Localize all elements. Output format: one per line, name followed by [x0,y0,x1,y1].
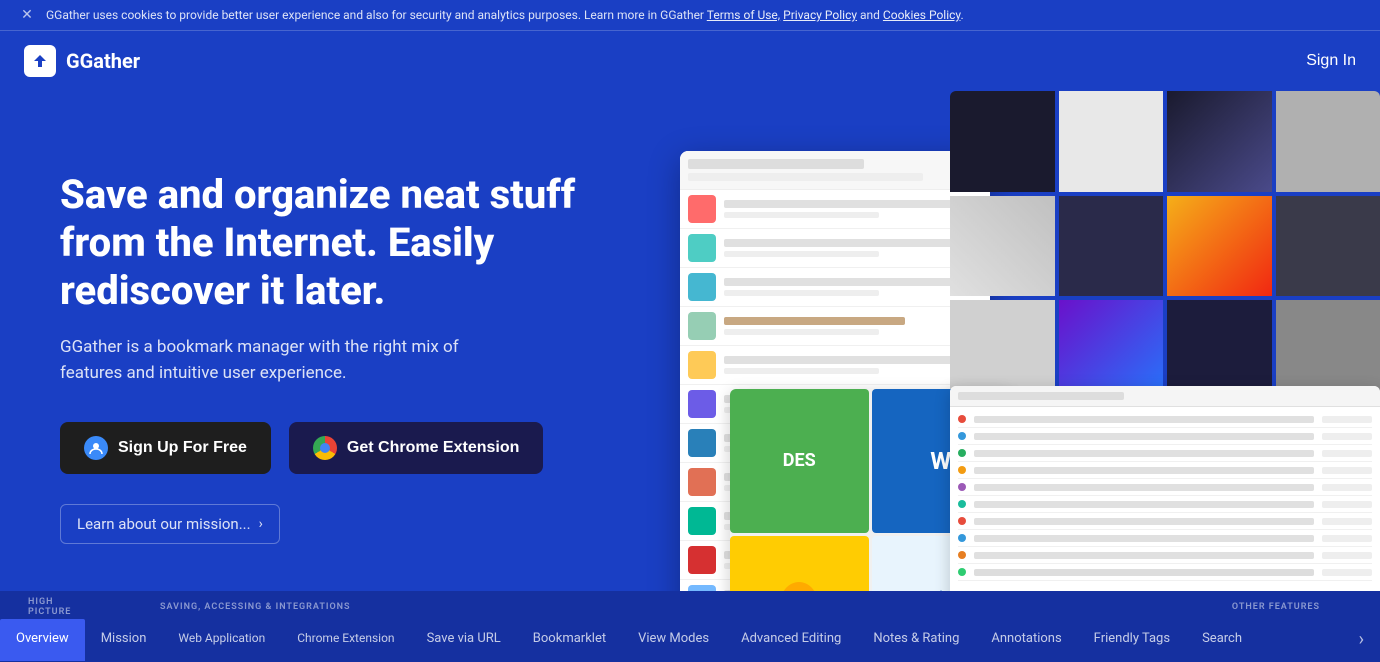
section-label-saving: SAVING, ACCESSING & INTEGRATIONS [100,602,420,612]
tab-annotations[interactable]: Annotations [975,619,1077,661]
cookies-policy-link[interactable]: Cookies Policy [883,8,961,22]
mission-link-text: Learn about our mission... [77,515,251,533]
grid-cell [1276,196,1380,297]
section-label-other: OTHER FEATURES [420,602,1380,612]
screenshot-list [950,386,1380,591]
chrome-label: Get Chrome Extension [347,439,519,457]
grid-cell [950,196,1055,297]
mission-link[interactable]: Learn about our mission... › [60,504,280,544]
list-item [680,190,990,229]
logo-icon [24,45,56,77]
tab-advanced-editing[interactable]: Advanced Editing [725,619,857,661]
list-item [958,428,1372,445]
tab-friendly-tags[interactable]: Friendly Tags [1078,619,1186,661]
logo[interactable]: GGather [24,45,140,77]
tab-save-via-url[interactable]: Save via URL [411,619,517,661]
hero-images: DES W [680,91,1380,591]
list-item [958,513,1372,530]
list-item [680,229,990,268]
hero-content: Save and organize neat stuff from the In… [60,131,610,544]
signup-label: Sign Up For Free [118,439,247,457]
tab-web-application[interactable]: Web Application [162,619,281,660]
hero-title: Save and organize neat stuff from the In… [60,171,610,315]
chrome-icon [313,436,337,460]
nav-next-arrow[interactable]: › [1343,617,1380,662]
terms-link[interactable]: Terms of Use, [707,8,780,22]
grid-cell [1276,91,1380,192]
list-item [958,496,1372,513]
logo-text: GGather [66,49,140,73]
privacy-link[interactable]: Privacy Policy [783,8,857,22]
tab-chrome-extension[interactable]: Chrome Extension [281,619,410,660]
cookie-banner: ✕ GGather uses cookies to provide better… [0,0,1380,31]
list-item [958,411,1372,428]
grid-cell [1059,91,1164,192]
bottom-navigation: HIGH PICTURE SAVING, ACCESSING & INTEGRA… [0,591,1380,662]
tab-overview[interactable]: Overview [0,619,85,661]
tab-view-modes[interactable]: View Modes [622,619,725,661]
list-item [680,346,990,385]
signup-button[interactable]: Sign Up For Free [60,422,271,474]
tab-bookmarklet[interactable]: Bookmarklet [517,619,622,661]
section-label-high-picture: HIGH PICTURE [20,597,100,617]
list-item [958,462,1372,479]
list-item [958,564,1372,581]
signup-icon [84,436,108,460]
header: GGather Sign In [0,31,1380,91]
screenshot-grid [950,91,1380,401]
sign-in-button[interactable]: Sign In [1306,52,1356,70]
grid-cell [1167,196,1272,297]
tab-mission[interactable]: Mission [85,619,163,661]
grid-cell [1167,91,1272,192]
cta-buttons: Sign Up For Free Get Chrome Extension [60,422,610,474]
grid-cell [950,91,1055,192]
tab-search[interactable]: Search [1186,619,1258,661]
hero-subtitle: GGather is a bookmark manager with the r… [60,335,520,386]
tab-notes-rating[interactable]: Notes & Rating [857,619,975,661]
list-item [958,547,1372,564]
list-item [958,530,1372,547]
hero-section: Save and organize neat stuff from the In… [0,91,1380,591]
grid-cell [1059,196,1164,297]
chrome-extension-button[interactable]: Get Chrome Extension [289,422,543,474]
list-item [958,479,1372,496]
list-item [680,268,990,307]
list-item [958,445,1372,462]
list-item [680,307,990,346]
cookie-text: GGather uses cookies to provide better u… [46,8,964,22]
nav-tabs: Overview Mission Web Application Chrome … [0,617,1380,662]
chevron-right-icon: › [259,516,263,532]
close-icon[interactable]: ✕ [20,8,34,22]
